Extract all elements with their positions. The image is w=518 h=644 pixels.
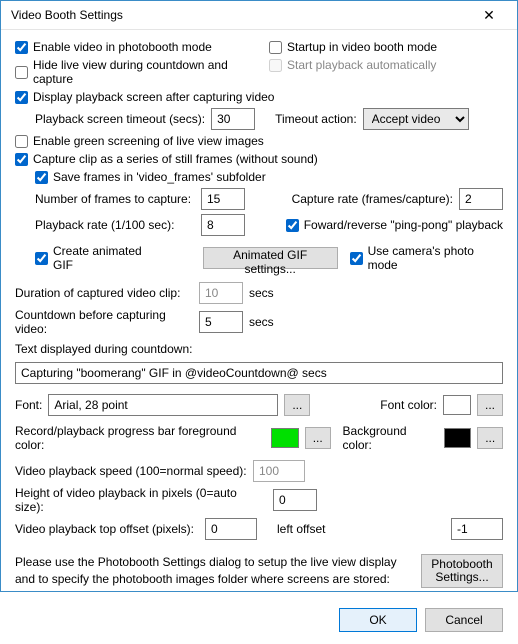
green-screen-input[interactable] [15,135,28,148]
cancel-button[interactable]: Cancel [425,608,503,632]
progress-fg-browse-button[interactable]: ... [305,427,331,449]
green-screen-label: Enable green screening of live view imag… [33,134,264,148]
countdown-text-input[interactable] [15,362,503,384]
pingpong-checkbox[interactable]: Foward/reverse "ping-pong" playback [286,218,503,232]
playback-timeout-input[interactable] [211,108,255,130]
create-gif-checkbox[interactable]: Create animated GIF [35,244,162,272]
create-gif-label: Create animated GIF [53,244,162,272]
use-camera-photo-input[interactable] [350,252,363,265]
save-frames-label: Save frames in 'video_frames' subfolder [53,170,266,184]
start-auto-input [269,59,282,72]
titlebar: Video Booth Settings ✕ [1,1,517,30]
animated-gif-settings-button[interactable]: Animated GIF settings... [203,247,338,269]
photobooth-note: Please use the Photobooth Settings dialo… [15,554,415,588]
duration-label: Duration of captured video clip: [15,286,193,300]
capture-rate-input[interactable] [459,188,503,210]
display-playback-label: Display playback screen after capturing … [33,90,274,104]
font-color-browse-button[interactable]: ... [477,394,503,416]
progress-fg-label: Record/playback progress bar foreground … [15,424,265,452]
left-offset-label: left offset [277,522,325,536]
font-label: Font: [15,398,42,412]
playback-speed-input [253,460,305,482]
num-frames-label: Number of frames to capture: [35,192,195,206]
start-auto-checkbox: Start playback automatically [269,58,503,72]
playback-rate-input[interactable] [201,214,245,236]
dialog-window: Video Booth Settings ✕ Enable video in p… [0,0,518,592]
playback-timeout-label: Playback screen timeout (secs): [35,112,205,126]
font-display-input[interactable] [48,394,278,416]
enable-video-checkbox[interactable]: Enable video in photobooth mode [15,40,249,54]
left-offset-input[interactable] [451,518,503,540]
countdown-text-label: Text displayed during countdown: [15,342,192,356]
startup-mode-label: Startup in video booth mode [287,40,437,54]
countdown-input[interactable] [199,311,243,333]
enable-video-input[interactable] [15,41,28,54]
pingpong-input[interactable] [286,219,299,232]
create-gif-input[interactable] [35,252,48,265]
use-camera-photo-label: Use camera's photo mode [368,244,503,272]
dialog-title: Video Booth Settings [11,8,469,22]
photobooth-btn-line2: Settings... [435,570,488,584]
timeout-action-select[interactable]: Accept video [363,108,469,130]
dialog-footer: OK Cancel [1,600,517,644]
content-area: Enable video in photobooth mode Startup … [1,30,517,600]
save-frames-checkbox[interactable]: Save frames in 'video_frames' subfolder [15,170,503,184]
startup-mode-input[interactable] [269,41,282,54]
top-offset-input[interactable] [205,518,257,540]
display-playback-checkbox[interactable]: Display playback screen after capturing … [15,90,503,104]
font-browse-button[interactable]: ... [284,394,310,416]
playback-height-label: Height of video playback in pixels (0=au… [15,486,267,514]
capture-series-label: Capture clip as a series of still frames… [33,152,318,166]
startup-mode-checkbox[interactable]: Startup in video booth mode [269,40,503,54]
countdown-secs-label: secs [249,315,274,329]
hide-live-checkbox[interactable]: Hide live view during countdown and capt… [15,58,249,86]
playback-rate-label: Playback rate (1/100 sec): [35,218,195,232]
hide-live-label: Hide live view during countdown and capt… [33,58,249,86]
close-icon[interactable]: ✕ [469,1,509,29]
playback-height-input[interactable] [273,489,317,511]
bg-color-label: Background color: [343,424,438,452]
capture-rate-label: Capture rate (frames/capture): [292,192,453,206]
photobooth-settings-button[interactable]: Photobooth Settings... [421,554,503,588]
start-auto-label: Start playback automatically [287,58,436,72]
photobooth-btn-line1: Photobooth [431,557,492,571]
use-camera-photo-checkbox[interactable]: Use camera's photo mode [350,244,503,272]
font-color-label: Font color: [380,398,437,412]
ok-button[interactable]: OK [339,608,417,632]
timeout-action-label: Timeout action: [275,112,357,126]
bg-color-browse-button[interactable]: ... [477,427,503,449]
top-offset-label: Video playback top offset (pixels): [15,522,199,536]
pingpong-label: Foward/reverse "ping-pong" playback [304,218,503,232]
green-screen-checkbox[interactable]: Enable green screening of live view imag… [15,134,503,148]
capture-series-checkbox[interactable]: Capture clip as a series of still frames… [15,152,503,166]
font-color-swatch[interactable] [443,395,471,415]
display-playback-input[interactable] [15,91,28,104]
capture-series-input[interactable] [15,153,28,166]
bg-color-swatch[interactable] [444,428,472,448]
num-frames-input[interactable] [201,188,245,210]
save-frames-input[interactable] [35,171,48,184]
duration-secs-label: secs [249,286,274,300]
hide-live-input[interactable] [15,66,28,79]
enable-video-label: Enable video in photobooth mode [33,40,212,54]
countdown-label: Countdown before capturing video: [15,308,193,336]
progress-fg-swatch[interactable] [271,428,299,448]
playback-speed-label: Video playback speed (100=normal speed): [15,464,247,478]
duration-input [199,282,243,304]
